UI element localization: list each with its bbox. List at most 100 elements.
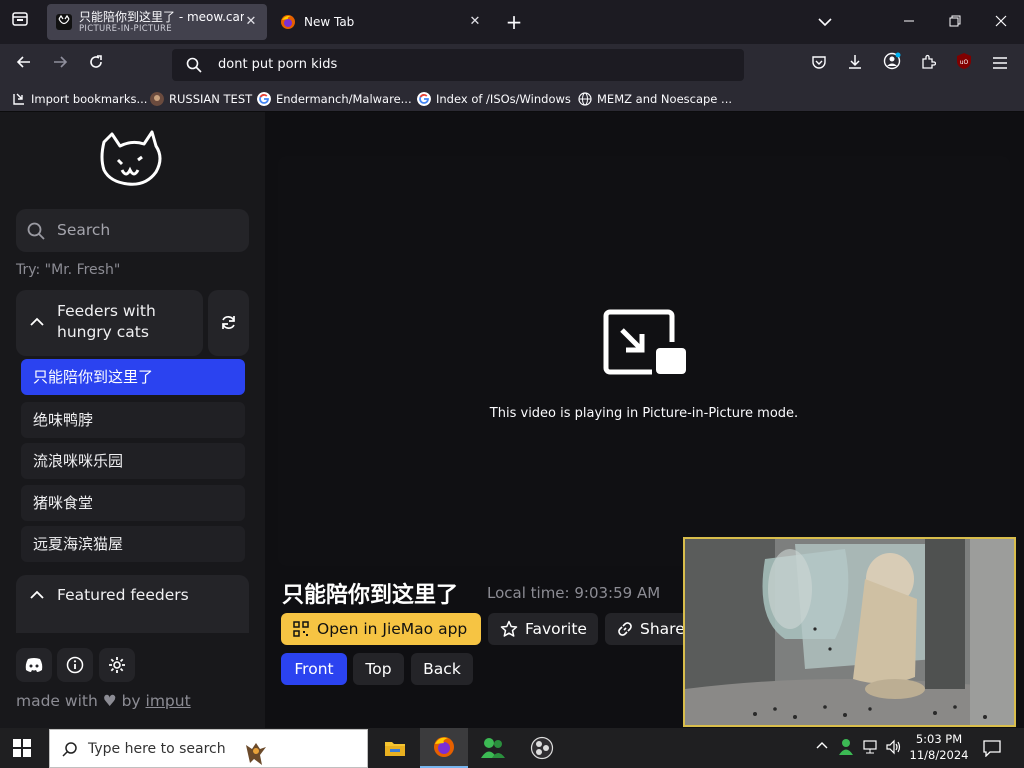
gear-icon xyxy=(109,657,125,673)
search-highlight-icon xyxy=(246,743,266,765)
tray-clock[interactable]: 5:03 PM 11/8/2024 xyxy=(908,731,970,763)
file-explorer-icon[interactable] xyxy=(371,728,419,768)
discord-button[interactable] xyxy=(16,648,52,682)
footer-by: by xyxy=(121,692,141,710)
windows-start-icon[interactable] xyxy=(12,738,32,762)
featured-section-title: Featured feeders xyxy=(57,586,189,604)
sidebar-search-input[interactable]: Search xyxy=(16,209,249,252)
bookmark-russian-test[interactable]: RUSSIAN TEST xyxy=(150,91,252,107)
network-icon[interactable] xyxy=(863,739,879,759)
forward-arrow-icon[interactable] xyxy=(47,52,73,78)
info-button[interactable] xyxy=(57,648,93,682)
restore-icon[interactable] xyxy=(943,10,967,34)
favorite-button[interactable]: Favorite xyxy=(488,613,598,645)
reload-icon[interactable] xyxy=(83,52,109,78)
tab-new-tab[interactable]: New Tab ✕ xyxy=(271,4,491,40)
share-label: Share xyxy=(640,620,685,638)
camera-top-button[interactable]: Top xyxy=(353,653,404,685)
heart-icon: ♥ xyxy=(102,692,117,710)
open-in-app-button[interactable]: Open in JieMao app xyxy=(281,613,481,645)
google-icon xyxy=(417,92,431,106)
tray-date: 11/8/2024 xyxy=(909,748,969,762)
link-icon xyxy=(618,622,632,636)
chevron-up-icon xyxy=(30,590,44,599)
hamburger-menu-icon[interactable] xyxy=(987,52,1013,78)
search-hint: Try: "Mr. Fresh" xyxy=(16,262,121,278)
address-bar[interactable]: dont put porn kids xyxy=(172,49,744,81)
firefox-taskbar-icon[interactable] xyxy=(420,728,468,768)
bookmark-label: Import bookmarks... xyxy=(31,92,148,106)
search-icon xyxy=(186,57,202,73)
windows-taskbar: Type here to search 5:03 PM 11/8/2024 xyxy=(0,728,1024,768)
feeders-section-header[interactable]: Feeders with hungry cats xyxy=(16,290,203,356)
bookmark-index-isos[interactable]: Index of /ISOs/Windows xyxy=(417,91,571,107)
feeder-item[interactable]: 猪咪食堂 xyxy=(21,485,245,521)
ublock-origin-icon[interactable]: uO xyxy=(951,52,977,78)
extensions-icon[interactable] xyxy=(915,52,941,78)
camera-front-button[interactable]: Front xyxy=(281,653,347,685)
sidebar: Search Try: "Mr. Fresh" Feeders with hun… xyxy=(0,112,265,728)
tab-strip: 只能陪你到这里了 - meow.camera PICTURE-IN-PICTUR… xyxy=(0,0,1024,44)
tab-meow-camera[interactable]: 只能陪你到这里了 - meow.camera PICTURE-IN-PICTUR… xyxy=(47,4,267,40)
bookmark-label: RUSSIAN TEST xyxy=(169,92,253,106)
people-app-icon[interactable] xyxy=(469,728,517,768)
info-icon xyxy=(66,656,84,674)
tab-title: New Tab xyxy=(304,15,355,29)
feeder-item[interactable]: 流浪咪咪乐园 xyxy=(21,443,245,479)
star-icon xyxy=(500,620,518,637)
minimize-icon[interactable] xyxy=(897,10,921,34)
tab-list-icon[interactable] xyxy=(8,10,32,34)
picture-in-picture-icon xyxy=(603,309,686,375)
tray-chevron-up-icon[interactable] xyxy=(816,739,828,754)
bookmark-endermanch[interactable]: Endermanch/Malware... xyxy=(257,91,412,107)
tab-title: 只能陪你到这里了 - meow.camera xyxy=(79,10,244,24)
user-tray-icon[interactable] xyxy=(838,738,854,760)
account-icon[interactable] xyxy=(879,52,905,78)
feeders-section-title: Feeders with hungry cats xyxy=(57,302,156,341)
bookmark-memz[interactable]: MEMZ and Noescape ... xyxy=(578,91,732,107)
camera-back-button[interactable]: Back xyxy=(411,653,473,685)
feeder-item[interactable]: 绝味鸭脖 xyxy=(21,402,245,438)
cat-logo-icon[interactable] xyxy=(98,130,166,192)
downloads-icon[interactable] xyxy=(842,52,868,78)
refresh-icon xyxy=(222,316,235,329)
pip-video-window[interactable] xyxy=(683,537,1016,727)
close-window-icon[interactable] xyxy=(989,10,1013,34)
obs-studio-icon[interactable] xyxy=(518,728,566,768)
back-arrow-icon[interactable] xyxy=(11,52,37,78)
refresh-button[interactable] xyxy=(208,290,249,356)
favorite-label: Favorite xyxy=(525,620,587,638)
svg-text:uO: uO xyxy=(960,59,969,66)
close-tab-icon[interactable]: ✕ xyxy=(467,14,483,30)
search-icon xyxy=(27,222,45,240)
google-icon xyxy=(257,92,271,106)
local-time: Local time: 9:03:59 AM xyxy=(487,584,661,602)
volume-icon[interactable] xyxy=(886,739,902,759)
feeder-item[interactable]: 远夏海滨猫屋 xyxy=(21,526,245,562)
qr-code-icon xyxy=(293,621,309,637)
list-all-tabs-chevron-icon[interactable] xyxy=(813,10,837,34)
notifications-icon[interactable] xyxy=(983,739,1001,761)
taskbar-search-box[interactable]: Type here to search xyxy=(49,729,368,768)
close-tab-icon[interactable]: ✕ xyxy=(243,14,259,30)
footer-credit: made with ♥ by imput xyxy=(16,692,191,710)
featured-section-header[interactable]: Featured feeders xyxy=(16,575,249,633)
chevron-up-icon xyxy=(30,317,44,326)
settings-button[interactable] xyxy=(99,648,135,682)
bookmark-import[interactable]: Import bookmarks... xyxy=(12,91,147,107)
new-tab-plus-icon[interactable]: + xyxy=(502,10,526,34)
open-in-app-label: Open in JieMao app xyxy=(317,620,468,638)
taskbar-search-placeholder: Type here to search xyxy=(88,741,226,757)
feeder-item[interactable]: 只能陪你到这里了 xyxy=(21,359,245,395)
cat-favicon-icon xyxy=(56,14,72,30)
pocket-icon[interactable] xyxy=(806,52,832,78)
import-icon xyxy=(13,93,24,105)
search-placeholder: Search xyxy=(57,221,111,239)
search-icon xyxy=(62,742,77,757)
imput-link[interactable]: imput xyxy=(146,692,191,710)
video-player[interactable]: This video is playing in Picture-in-Pict… xyxy=(278,156,1010,566)
pip-message: This video is playing in Picture-in-Pict… xyxy=(489,406,799,421)
bookmark-label: Index of /ISOs/Windows xyxy=(436,92,571,106)
address-bar-text[interactable]: dont put porn kids xyxy=(218,57,337,72)
feeder-title: 只能陪你到这里了 xyxy=(282,583,459,608)
